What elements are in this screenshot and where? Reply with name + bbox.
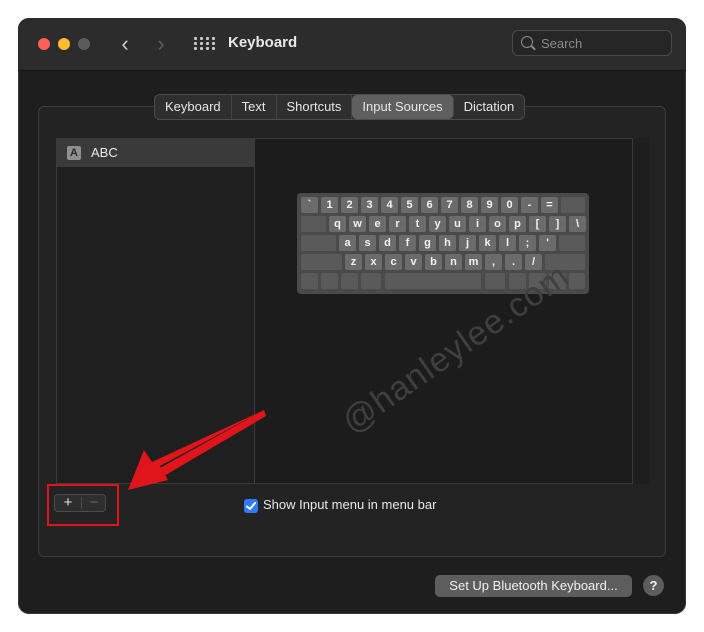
title-bar: ‹ › Keyboard	[18, 18, 686, 71]
keyboard-key: c	[385, 254, 402, 270]
keyboard-key: -	[521, 197, 538, 213]
keyboard-key: .	[505, 254, 522, 270]
keyboard-key: q	[329, 216, 346, 232]
show-all-grid-icon[interactable]	[194, 37, 215, 51]
keyboard-key: \	[569, 216, 586, 232]
keyboard-key: =	[541, 197, 558, 213]
keyboard-key: e	[369, 216, 386, 232]
zoom-window-button[interactable]	[78, 38, 90, 50]
keyboard-modifier-key	[301, 235, 336, 251]
input-source-label: ABC	[91, 145, 118, 160]
search-field[interactable]	[512, 30, 672, 56]
tab-text[interactable]: Text	[232, 95, 277, 119]
keyboard-modifier-key	[301, 254, 342, 270]
show-input-menu-label: Show Input menu in menu bar	[263, 497, 437, 512]
keyboard-key: `	[301, 197, 318, 213]
keyboard-key: 0	[501, 197, 518, 213]
keyboard-key: k	[479, 235, 496, 251]
keyboard-key: f	[399, 235, 416, 251]
close-window-button[interactable]	[38, 38, 50, 50]
keyboard-modifier-key	[301, 216, 326, 232]
keyboard-key: w	[349, 216, 366, 232]
input-sources-list[interactable]: A ABC	[56, 138, 254, 484]
forward-chevron-icon[interactable]: ›	[150, 32, 172, 56]
keyboard-modifier-key	[561, 197, 585, 213]
keyboard-key: p	[509, 216, 526, 232]
list-item-abc[interactable]: A ABC	[57, 139, 254, 167]
preview-scrollbar[interactable]	[632, 138, 649, 484]
keyboard-key: y	[429, 216, 446, 232]
back-chevron-icon[interactable]: ‹	[114, 32, 136, 56]
keyboard-key: t	[409, 216, 426, 232]
keyboard-key: '	[539, 235, 556, 251]
keyboard-key: h	[439, 235, 456, 251]
keyboard-key: s	[359, 235, 376, 251]
keyboard-key: d	[379, 235, 396, 251]
keyboard-key: 8	[461, 197, 478, 213]
keyboard-key: ;	[519, 235, 536, 251]
keyboard-key: 7	[441, 197, 458, 213]
keyboard-space-key	[385, 273, 481, 289]
window-title: Keyboard	[228, 34, 298, 51]
abc-input-source-icon: A	[67, 146, 81, 160]
keyboard-key: b	[425, 254, 442, 270]
keyboard-key: a	[339, 235, 356, 251]
keyboard-key: l	[499, 235, 516, 251]
keyboard-key: g	[419, 235, 436, 251]
keyboard-key: 6	[421, 197, 438, 213]
keyboard-key: 3	[361, 197, 378, 213]
checkmark-icon	[246, 502, 256, 510]
keyboard-modifier-key	[361, 273, 381, 289]
keyboard-key: n	[445, 254, 462, 270]
keyboard-key: m	[465, 254, 482, 270]
tab-shortcuts[interactable]: Shortcuts	[277, 95, 353, 119]
setup-bluetooth-keyboard-button[interactable]: Set Up Bluetooth Keyboard...	[435, 575, 632, 597]
keyboard-key: 2	[341, 197, 358, 213]
keyboard-key: i	[469, 216, 486, 232]
keyboard-key: v	[405, 254, 422, 270]
keyboard-key: u	[449, 216, 466, 232]
tab-dictation[interactable]: Dictation	[454, 95, 525, 119]
keyboard-modifier-key	[559, 235, 585, 251]
show-input-menu-checkbox[interactable]	[244, 499, 258, 513]
help-button[interactable]: ?	[643, 575, 664, 596]
keyboard-key: r	[389, 216, 406, 232]
search-input[interactable]	[541, 34, 661, 52]
tab-input-sources[interactable]: Input Sources	[352, 95, 454, 119]
keyboard-key: j	[459, 235, 476, 251]
keyboard-key: 9	[481, 197, 498, 213]
keyboard-key: ]	[549, 216, 566, 232]
keyboard-key: 1	[321, 197, 338, 213]
annotation-highlight-box	[47, 484, 119, 526]
keyboard-key: z	[345, 254, 362, 270]
tab-keyboard[interactable]: Keyboard	[155, 95, 232, 119]
minimize-window-button[interactable]	[58, 38, 70, 50]
keyboard-modifier-key	[341, 273, 358, 289]
keyboard-preview-area	[254, 138, 648, 484]
keyboard-key: 4	[381, 197, 398, 213]
keyboard-modifier-key	[321, 273, 338, 289]
keyboard-modifier-key	[301, 273, 318, 289]
keyboard-key: ,	[485, 254, 502, 270]
keyboard-key: x	[365, 254, 382, 270]
tab-bar: Keyboard Text Shortcuts Input Sources Di…	[154, 94, 526, 120]
keyboard-key: [	[529, 216, 546, 232]
search-icon	[521, 36, 533, 48]
keyboard-modifier-key	[485, 273, 505, 289]
keyboard-key: 5	[401, 197, 418, 213]
keyboard-key: o	[489, 216, 506, 232]
